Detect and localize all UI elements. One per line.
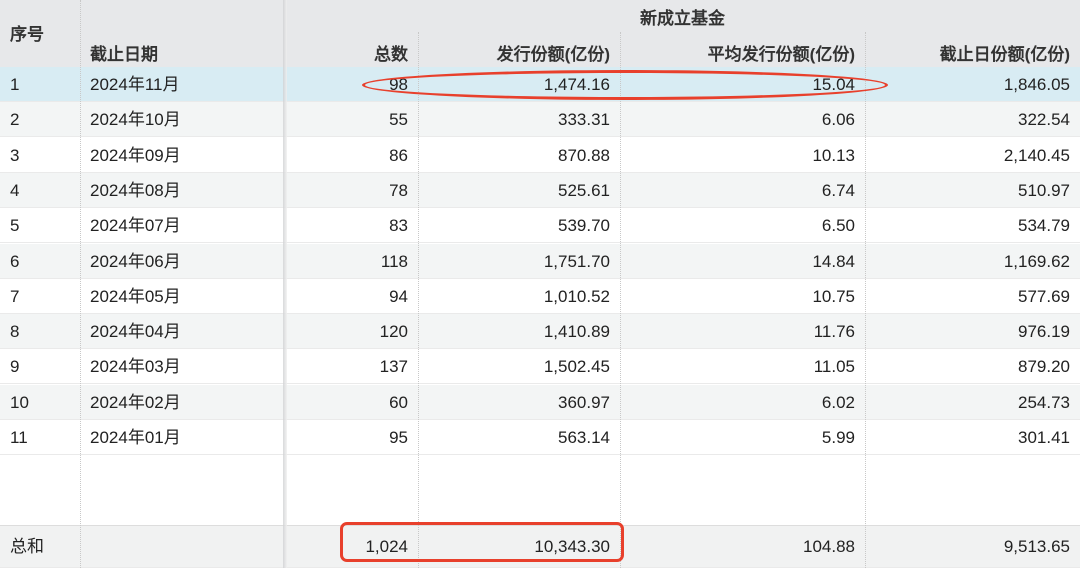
total-avg: 104.88 <box>803 537 855 556</box>
cell-date: 2024年04月 <box>90 322 181 342</box>
total-label: 总和 <box>10 537 44 556</box>
header-avg[interactable]: 平均发行份额(亿份) <box>620 40 865 65</box>
total-end: 9,513.65 <box>1003 537 1070 556</box>
cell-seq: 9 <box>10 357 20 377</box>
cell-avg: 10.75 <box>812 286 855 306</box>
cell-date: 2024年11月 <box>90 75 180 94</box>
col-divider <box>418 32 419 568</box>
cell-end: 976.19 <box>1018 322 1070 342</box>
cell-end: 322.54 <box>1018 110 1070 130</box>
cell-end: 577.69 <box>1018 286 1070 306</box>
header-end[interactable]: 截止日份额(亿份) <box>865 40 1080 65</box>
cell-issue: 563.14 <box>558 428 610 447</box>
frozen-pane-divider[interactable] <box>283 0 287 568</box>
cell-seq: 6 <box>10 251 20 271</box>
cell-issue: 333.31 <box>558 110 610 130</box>
cell-date: 2024年05月 <box>90 286 181 306</box>
cell-date: 2024年01月 <box>90 428 181 447</box>
cell-seq: 4 <box>10 180 20 200</box>
cell-date: 2024年08月 <box>90 180 181 200</box>
col-divider <box>620 32 621 568</box>
cell-end: 2,140.45 <box>1003 145 1070 165</box>
cell-issue: 525.61 <box>558 180 610 200</box>
cell-seq: 1 <box>10 75 20 94</box>
cell-end: 254.73 <box>1018 392 1070 412</box>
cell-seq: 8 <box>10 322 20 342</box>
cell-end: 1,846.05 <box>1003 75 1070 94</box>
cell-avg: 5.99 <box>821 428 855 447</box>
header-seq[interactable]: 序号 <box>0 20 54 45</box>
cell-total: 94 <box>389 286 408 306</box>
cell-issue: 1,410.89 <box>543 322 610 342</box>
cell-seq: 7 <box>10 286 20 306</box>
cell-total: 120 <box>379 322 408 342</box>
cell-avg: 10.13 <box>812 145 855 165</box>
cell-issue: 539.70 <box>558 216 610 236</box>
cell-total: 95 <box>389 428 408 447</box>
header-issue[interactable]: 发行份额(亿份) <box>418 40 620 65</box>
cell-end: 1,169.62 <box>1003 251 1070 271</box>
cell-date: 2024年02月 <box>90 392 181 412</box>
cell-avg: 6.02 <box>821 392 855 412</box>
cell-date: 2024年03月 <box>90 357 181 377</box>
cell-avg: 11.05 <box>813 357 855 377</box>
cell-avg: 14.84 <box>812 251 855 271</box>
cell-seq: 10 <box>10 392 29 412</box>
cell-total: 78 <box>389 180 408 200</box>
cell-issue: 870.88 <box>558 145 610 165</box>
cell-issue: 1,010.52 <box>543 286 610 306</box>
cell-seq: 2 <box>10 110 20 130</box>
cell-seq: 5 <box>10 216 20 236</box>
cell-end: 534.79 <box>1018 216 1070 236</box>
col-divider <box>865 32 866 568</box>
cell-total: 118 <box>380 251 408 271</box>
col-divider <box>80 0 81 568</box>
header-date[interactable]: 截止日期 <box>80 40 168 65</box>
cell-avg: 11.76 <box>813 322 855 342</box>
highlight-box <box>340 522 624 562</box>
cell-date: 2024年07月 <box>90 216 181 236</box>
cell-seq: 11 <box>10 428 28 447</box>
header-total[interactable]: 总数 <box>285 40 418 65</box>
cell-total: 83 <box>389 216 408 236</box>
cell-total: 137 <box>379 357 408 377</box>
cell-seq: 3 <box>10 145 20 165</box>
cell-total: 55 <box>389 110 408 130</box>
highlight-ellipse <box>362 70 888 100</box>
cell-total: 60 <box>389 392 408 412</box>
cell-issue: 360.97 <box>558 392 610 412</box>
cell-issue: 1,502.45 <box>543 357 610 377</box>
cell-date: 2024年09月 <box>90 145 181 165</box>
cell-end: 301.41 <box>1018 428 1070 447</box>
cell-date: 2024年10月 <box>90 110 181 130</box>
cell-end: 510.97 <box>1018 180 1070 200</box>
cell-avg: 6.74 <box>821 180 855 200</box>
cell-date: 2024年06月 <box>90 251 181 271</box>
cell-end: 879.20 <box>1018 357 1070 377</box>
cell-total: 86 <box>389 145 408 165</box>
cell-avg: 6.06 <box>821 110 855 130</box>
cell-avg: 6.50 <box>821 216 855 236</box>
cell-issue: 1,751.70 <box>543 251 610 271</box>
header-group: 新成立基金 <box>640 9 725 28</box>
